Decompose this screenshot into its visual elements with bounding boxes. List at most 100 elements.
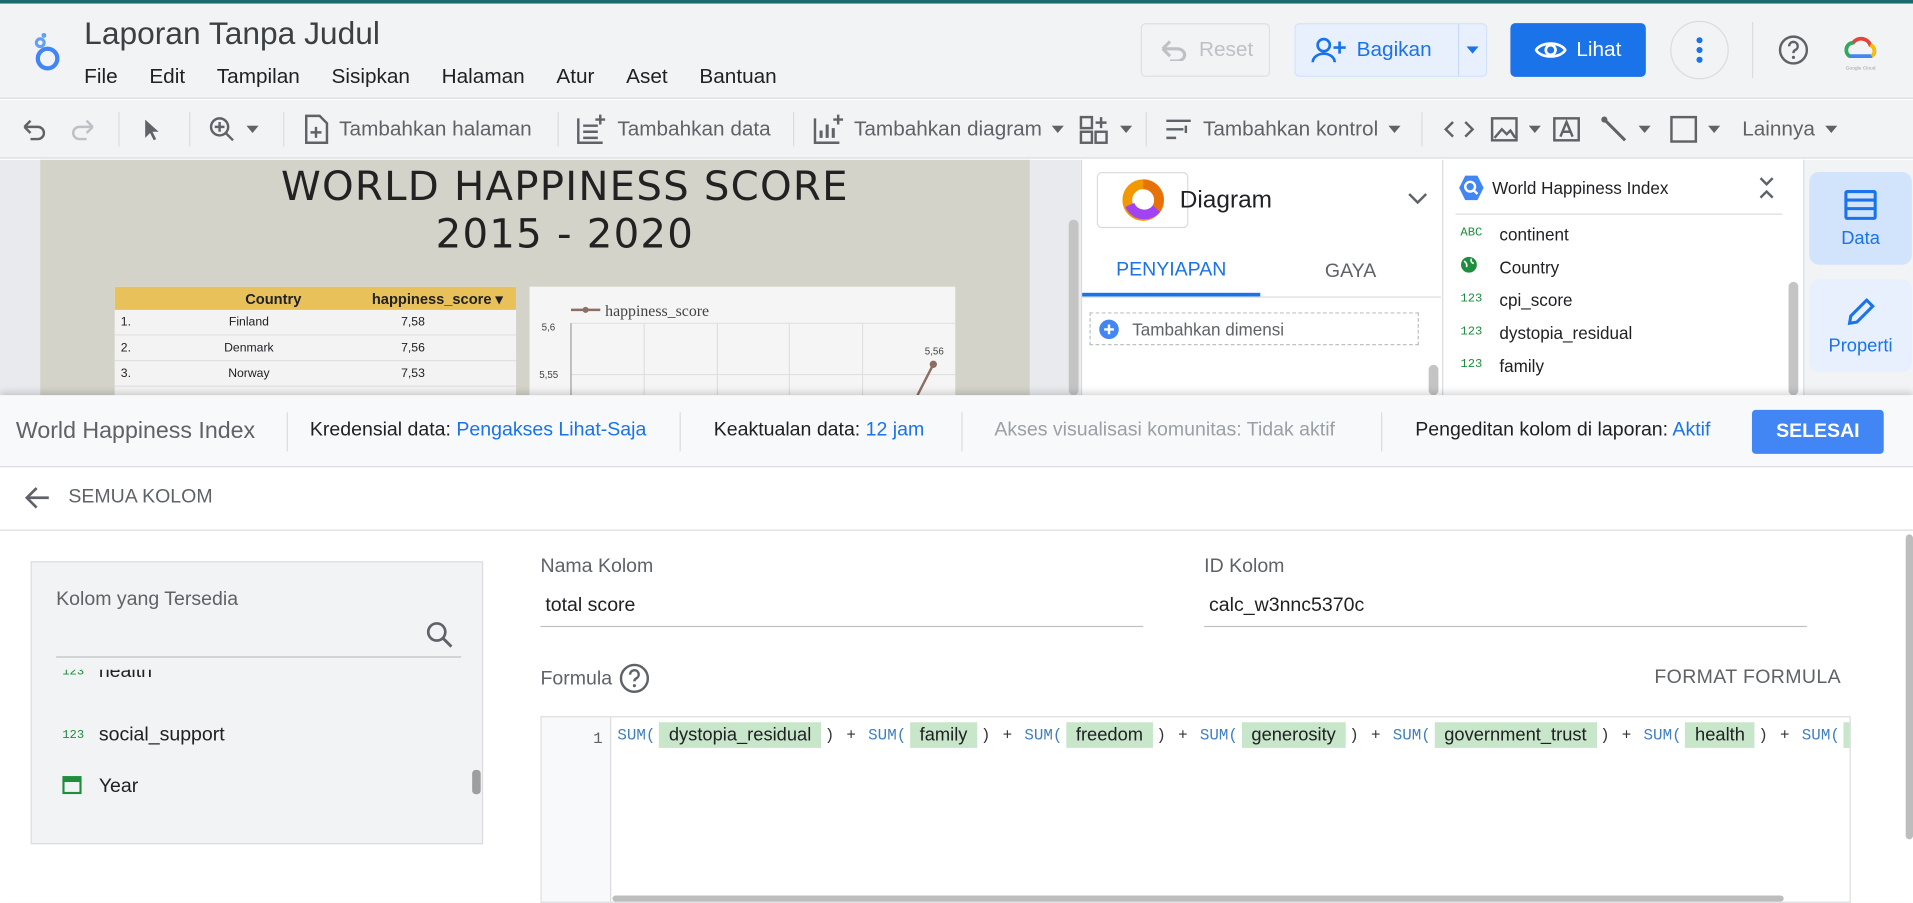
country-table[interactable]: Country happiness_score ▾ 1. Finland 7,5… (114, 286, 517, 396)
google-cloud-tiny-label: Google Cloud (1846, 66, 1876, 72)
chevron-down-icon[interactable] (1407, 192, 1429, 207)
add-data-icon (577, 114, 606, 144)
available-fields-search-input[interactable] (56, 616, 422, 655)
collapse-icon[interactable] (1759, 177, 1774, 199)
search-field-underline (56, 656, 462, 658)
share-button[interactable]: Bagikan (1294, 23, 1488, 77)
props-scrollbar[interactable] (1428, 364, 1439, 396)
table-header-country[interactable]: Country (188, 290, 359, 307)
image-button[interactable] (1490, 100, 1541, 159)
add-dimension-button[interactable]: Tambahkan dimensi (1089, 312, 1419, 346)
select-pointer-icon[interactable] (142, 117, 164, 141)
credentials-value-link[interactable]: Pengakses Lihat-Saja (456, 420, 646, 441)
formula-horizontal-scrollbar[interactable] (612, 895, 1784, 902)
community-viz-button[interactable] (1079, 100, 1133, 159)
field-item[interactable]: Country (1460, 250, 1559, 283)
field-name: continent (1499, 223, 1569, 244)
table-header-score[interactable]: happiness_score ▾ (359, 290, 516, 307)
view-button[interactable]: Lihat (1510, 23, 1646, 77)
menu-file[interactable]: File (84, 65, 117, 89)
community-access-info: Akses visualisasi komunitas: Tidak aktif (994, 419, 1335, 441)
shape-button[interactable] (1669, 100, 1721, 159)
field-name: Year (98, 775, 139, 797)
field-item[interactable]: Year (62, 772, 138, 801)
field-item[interactable]: 123 family (1460, 349, 1544, 382)
more-tools-button[interactable]: Lainnya (1742, 100, 1837, 159)
menu-assets[interactable]: Aset (626, 65, 668, 89)
menu-page[interactable]: Halaman (442, 65, 525, 89)
report-heading[interactable]: WORLD HAPPINESS SCORE 2015 - 2020 (40, 162, 1089, 257)
looker-studio-logo-icon[interactable] (29, 32, 63, 71)
calendar-icon (62, 774, 99, 800)
undo-icon[interactable] (20, 117, 49, 141)
data-point[interactable] (929, 360, 937, 368)
menu-help[interactable]: Bantuan (699, 65, 776, 89)
formula-field-chip[interactable]: government_trust (1434, 721, 1597, 748)
formula-field-chip[interactable]: family (909, 721, 978, 748)
help-icon[interactable] (1778, 34, 1810, 66)
field-item[interactable]: 123 social_support (62, 721, 224, 750)
field-id-input[interactable] (1204, 588, 1807, 625)
add-chart-button[interactable]: Tambahkan diagram (813, 100, 1064, 159)
redo-icon[interactable] (68, 117, 97, 141)
google-cloud-logo-icon[interactable]: Google Cloud (1840, 32, 1881, 73)
more-options-button[interactable] (1670, 20, 1729, 80)
menu-insert[interactable]: Sisipkan (332, 65, 410, 89)
formula-field-chip[interactable]: health (1685, 721, 1755, 748)
format-formula-button[interactable]: FORMAT FORMULA (1654, 667, 1841, 689)
add-page-button[interactable]: Tambahkan halaman (303, 100, 532, 159)
available-fields-scrollbar[interactable] (472, 769, 481, 795)
add-control-button[interactable]: Tambahkan kontrol (1164, 100, 1401, 159)
field-item[interactable]: 123 health (62, 670, 152, 687)
field-item[interactable]: 123 cpi_score (1460, 283, 1572, 316)
menu-edit[interactable]: Edit (149, 65, 185, 89)
formula-field-chip[interactable]: freedom (1066, 721, 1153, 748)
line-button[interactable] (1599, 100, 1651, 159)
field-name-input[interactable] (540, 588, 1144, 625)
tab-style[interactable]: GAYA (1260, 248, 1441, 297)
panel-divider (1455, 213, 1783, 215)
globe-icon (1460, 256, 1499, 278)
formula-code-line[interactable]: SUM(dystopia_residual) + SUM(family) + SUM… (617, 717, 1850, 751)
formula-editor[interactable]: 1 SUM(dystopia_residual) + SUM(family) + S… (540, 716, 1851, 903)
zoom-button[interactable] (207, 100, 259, 159)
line-gutter: 1 (541, 717, 612, 902)
field-name: family (1499, 355, 1545, 376)
canvas-scrollbar[interactable] (1068, 219, 1079, 396)
search-icon[interactable] (425, 620, 454, 649)
tab-setup[interactable]: PENYIAPAN (1082, 248, 1261, 297)
field-name: social_support (98, 724, 225, 746)
field-editing-value-link[interactable]: Aktif (1672, 420, 1710, 441)
donut-chart-icon (1121, 179, 1164, 221)
field-name: health (98, 669, 153, 682)
field-item[interactable]: ABC continent (1460, 217, 1568, 250)
fields-scrollbar[interactable] (1788, 281, 1799, 396)
menu-view[interactable]: Tampilan (217, 65, 300, 89)
embed-code-icon[interactable] (1443, 117, 1475, 141)
happiness-line-chart[interactable]: happiness_score 5,6 5,55 5,56 (529, 286, 956, 396)
formula-field-chip[interactable]: social_su (1843, 721, 1850, 748)
data-panel-label: Data (1841, 227, 1880, 249)
freshness-value-link[interactable]: 12 jam (866, 420, 925, 441)
field-item[interactable]: 123 dystopia_residual (1460, 316, 1632, 349)
properties-panel-button[interactable]: Properti (1809, 279, 1912, 373)
data-source-name[interactable]: World Happiness Index (1492, 178, 1668, 198)
caret-down-icon (1466, 46, 1479, 54)
add-data-button[interactable]: Tambahkan data (576, 100, 771, 159)
caret-down-icon (246, 125, 259, 133)
page-scrollbar[interactable] (1905, 534, 1913, 840)
reset-button[interactable]: Reset (1140, 23, 1271, 77)
report-title[interactable]: Laporan Tanpa Judul (84, 15, 380, 53)
share-dropdown-button[interactable] (1459, 46, 1486, 54)
y-tick-label: 5,55 (539, 370, 559, 381)
done-button[interactable]: SELESAI (1751, 409, 1884, 454)
formula-field-chip[interactable]: dystopia_residual (659, 721, 822, 748)
data-panel-button[interactable]: Data (1809, 172, 1912, 265)
formula-field-chip[interactable]: generosity (1241, 721, 1346, 748)
text-box-icon[interactable] (1552, 116, 1581, 143)
all-fields-back-button[interactable]: SEMUA KOLOM (24, 484, 213, 511)
menu-arrange[interactable]: Atur (556, 65, 594, 89)
chart-type-selector[interactable] (1096, 172, 1189, 229)
help-icon[interactable] (619, 662, 651, 694)
reset-label: Reset (1199, 37, 1254, 62)
